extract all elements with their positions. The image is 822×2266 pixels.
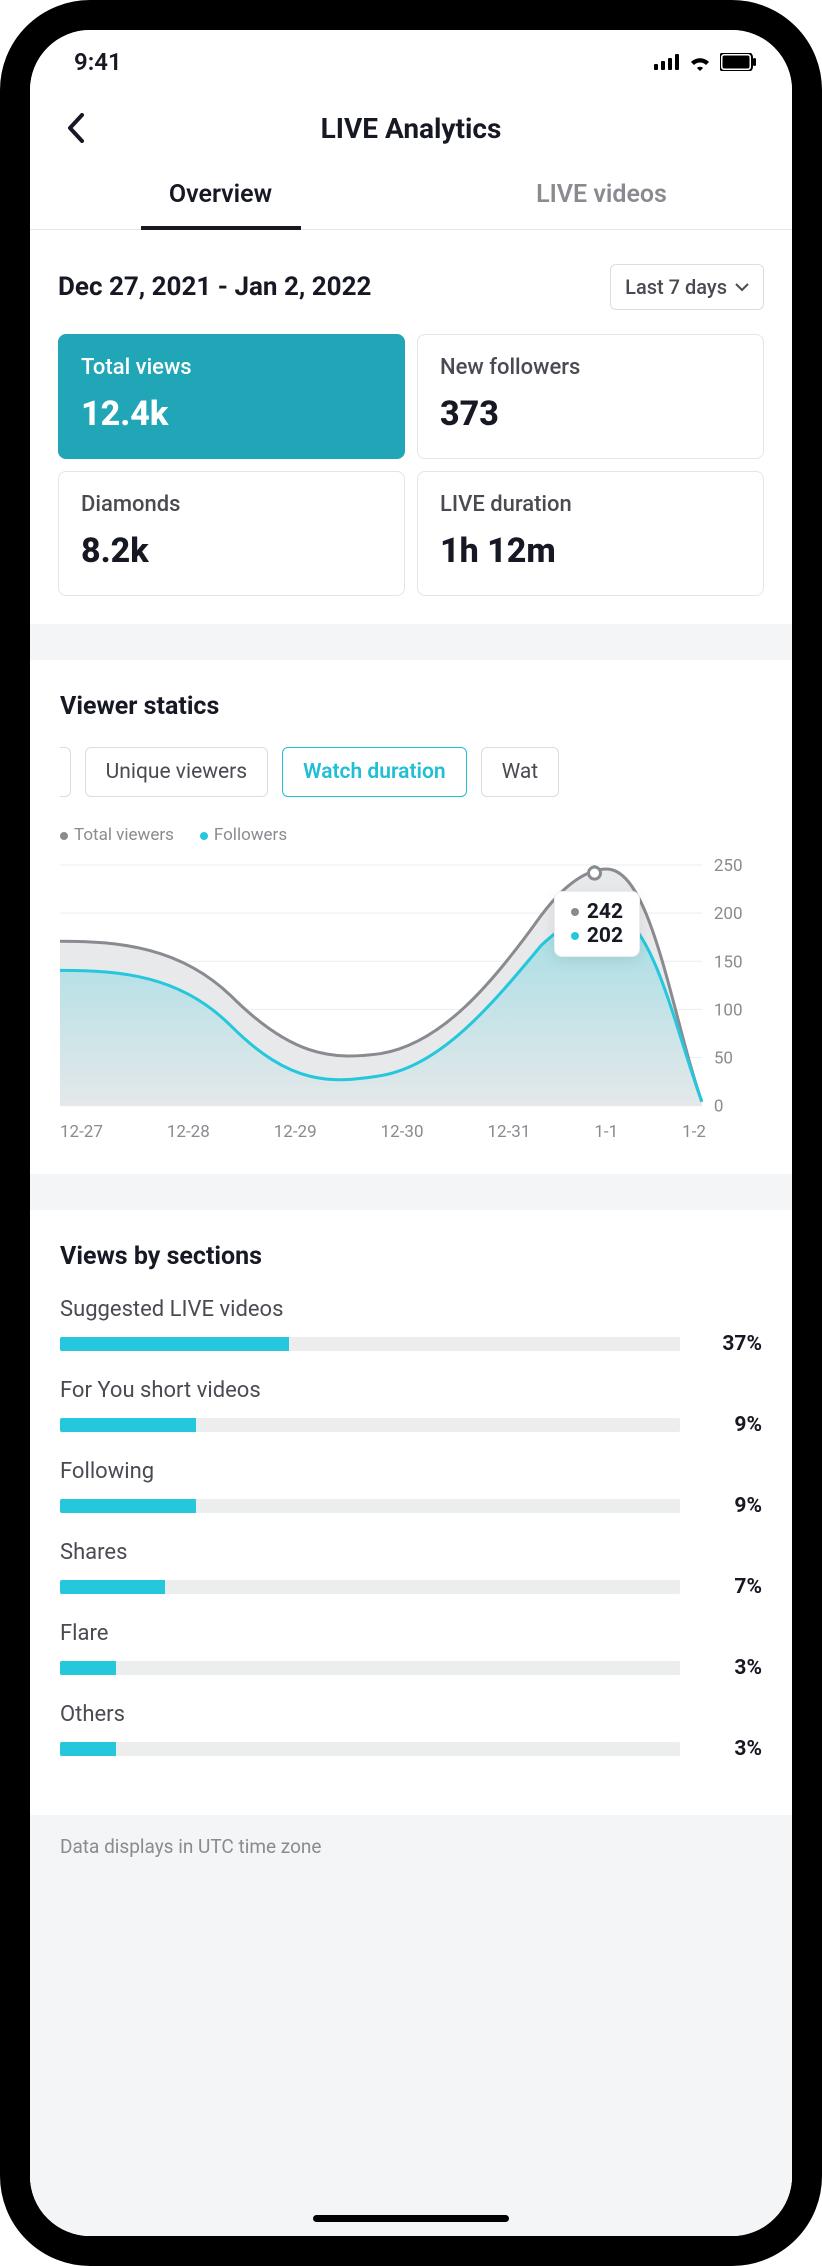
vbs-bar [60, 1418, 680, 1432]
stat-value: 1h 12m [440, 531, 741, 571]
vbs-row: Suggested LIVE videos 37% [60, 1297, 762, 1356]
cellular-icon [654, 54, 680, 70]
stat-card-new-followers[interactable]: New followers 373 [417, 334, 764, 459]
vbs-name: Shares [60, 1540, 762, 1565]
chevron-down-icon [735, 282, 749, 292]
dot-icon [571, 932, 579, 940]
vbs-name: Suggested LIVE videos [60, 1297, 762, 1322]
vbs-row: Others 3% [60, 1702, 762, 1761]
section-divider [30, 1174, 792, 1210]
chart-tooltip: 242 202 [554, 891, 640, 957]
vbs-bar [60, 1337, 680, 1351]
page-title: LIVE Analytics [321, 112, 502, 145]
stat-label: LIVE duration [440, 492, 741, 517]
vbs-bar [60, 1742, 680, 1756]
status-bar: 9:41 [30, 30, 792, 94]
svg-text:50: 50 [714, 1049, 733, 1069]
stat-label: New followers [440, 355, 741, 380]
panel-title: Views by sections [60, 1242, 762, 1271]
back-button[interactable] [56, 108, 96, 148]
stat-card-live-duration[interactable]: LIVE duration 1h 12m [417, 471, 764, 596]
vbs-name: Others [60, 1702, 762, 1727]
stat-value: 8.2k [81, 531, 382, 571]
vbs-row: Shares 7% [60, 1540, 762, 1599]
panel-title: Viewer statics [60, 692, 762, 721]
home-indicator[interactable] [313, 2215, 509, 2222]
vbs-name: Following [60, 1459, 762, 1484]
status-icons [654, 53, 756, 71]
stat-label: Total views [81, 355, 382, 380]
vbs-percent: 3% [698, 1737, 762, 1761]
header: LIVE Analytics [30, 94, 792, 162]
metric-chips[interactable]: ws Unique viewers Watch duration Wat [60, 747, 762, 797]
vbs-name: For You short videos [60, 1378, 762, 1403]
views-by-sections-list: Suggested LIVE videos 37% For You short vi… [60, 1297, 762, 1761]
vbs-percent: 37% [698, 1332, 762, 1356]
date-range: Dec 27, 2021 - Jan 2, 2022 [58, 272, 371, 302]
tab-overview[interactable]: Overview [30, 162, 411, 229]
vbs-name: Flare [60, 1621, 762, 1646]
vbs-row: Flare 3% [60, 1621, 762, 1680]
stat-grid: Total views 12.4k New followers 373 Diam… [30, 334, 792, 624]
stat-value: 373 [440, 394, 741, 434]
battery-icon [720, 53, 756, 71]
dot-icon [60, 832, 68, 840]
vbs-row: For You short videos 9% [60, 1378, 762, 1437]
chart-legend: Total viewers Followers [60, 825, 762, 845]
date-range-dropdown-label: Last 7 days [625, 275, 727, 299]
chip-watch-duration[interactable]: Watch duration [282, 747, 466, 797]
date-range-dropdown[interactable]: Last 7 days [610, 264, 764, 310]
tabs: Overview LIVE videos [30, 162, 792, 230]
stat-label: Diamonds [81, 492, 382, 517]
svg-text:0: 0 [714, 1097, 724, 1116]
chart-x-ticks: 12-27 12-28 12-29 12-30 12-31 1-1 1-2 [60, 1122, 762, 1142]
wifi-icon [688, 53, 712, 71]
legend-followers: Followers [200, 825, 287, 845]
vbs-percent: 3% [698, 1656, 762, 1680]
panel-viewer-statics: Viewer statics ws Unique viewers Watch d… [30, 660, 792, 1174]
vbs-row: Following 9% [60, 1459, 762, 1518]
vbs-bar [60, 1499, 680, 1513]
tab-live-videos[interactable]: LIVE videos [411, 162, 792, 229]
svg-text:100: 100 [714, 1000, 743, 1020]
chip-unique-viewers[interactable]: Unique viewers [85, 747, 268, 797]
svg-text:200: 200 [714, 904, 743, 924]
footer-note: Data displays in UTC time zone [30, 1815, 792, 1858]
section-divider [30, 624, 792, 660]
vbs-bar [60, 1580, 680, 1594]
chip-watch-partial[interactable]: Wat [481, 747, 560, 797]
vbs-bar [60, 1661, 680, 1675]
panel-views-by-sections: Views by sections Suggested LIVE videos 3… [30, 1210, 792, 1815]
status-time: 9:41 [74, 48, 122, 76]
svg-text:150: 150 [714, 952, 743, 972]
chip-views[interactable]: ws [60, 747, 71, 797]
vbs-percent: 9% [698, 1494, 762, 1518]
line-chart-svg: 250 200 150 100 50 0 [60, 855, 762, 1116]
chart[interactable]: 250 200 150 100 50 0 [60, 855, 762, 1142]
vbs-percent: 7% [698, 1575, 762, 1599]
svg-text:250: 250 [714, 856, 743, 876]
chevron-left-icon [66, 113, 86, 143]
dot-icon [571, 908, 579, 916]
legend-total-viewers: Total viewers [60, 825, 174, 845]
stat-card-total-views[interactable]: Total views 12.4k [58, 334, 405, 459]
dot-icon [200, 832, 208, 840]
stat-value: 12.4k [81, 394, 382, 434]
vbs-percent: 9% [698, 1413, 762, 1437]
stat-card-diamonds[interactable]: Diamonds 8.2k [58, 471, 405, 596]
